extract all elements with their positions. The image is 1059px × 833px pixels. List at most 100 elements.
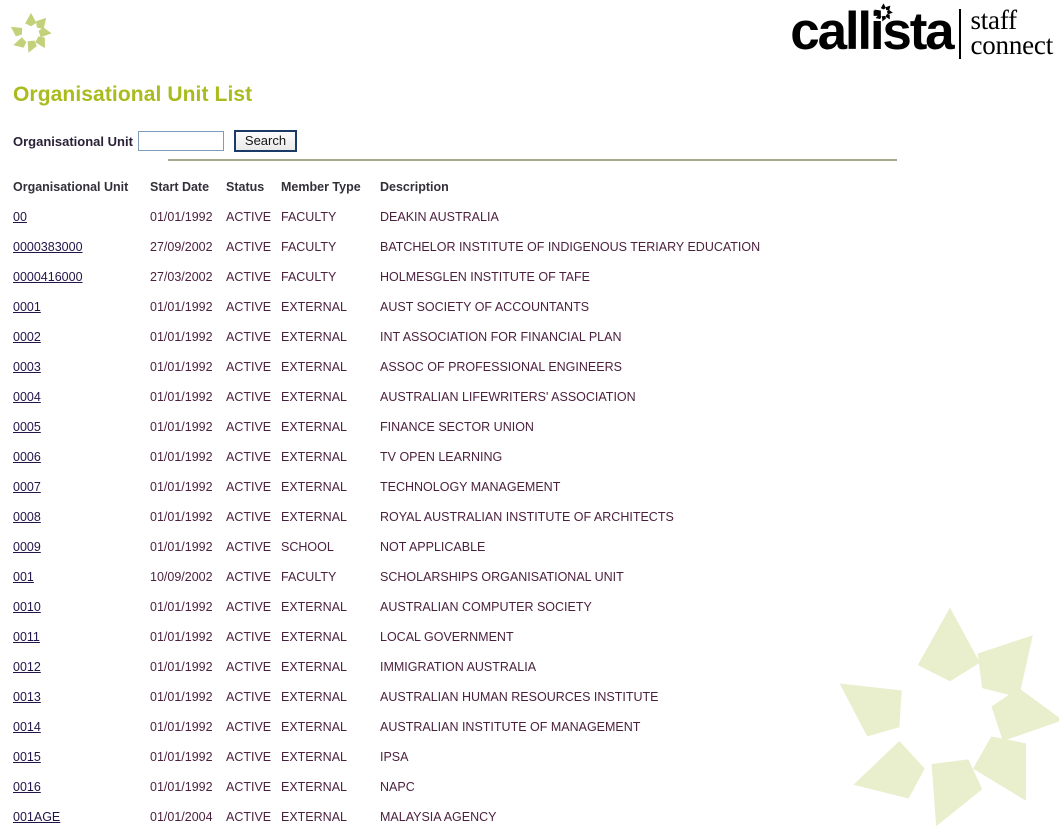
cell-description: BATCHELOR INSTITUTE OF INDIGENOUS TERIAR…	[380, 240, 761, 254]
cell-status: ACTIVE	[226, 630, 272, 644]
cell-status: ACTIVE	[226, 750, 272, 764]
cell-description: AUSTRALIAN HUMAN RESOURCES INSTITUTE	[380, 690, 659, 704]
cell-start-date: 01/01/1992	[150, 330, 213, 344]
cell-description: NOT APPLICABLE	[380, 540, 486, 554]
callista-star-watermark-icon	[839, 607, 1059, 827]
cell-description: HOLMESGLEN INSTITUTE OF TAFE	[380, 270, 590, 284]
logo-product-name: staff connect	[961, 6, 1053, 60]
cell-unit: 0011	[13, 630, 150, 660]
cell-description: SCHOLARSHIPS ORGANISATIONAL UNIT	[380, 570, 624, 584]
cell-unit: 0015	[13, 750, 150, 780]
cell-status: ACTIVE	[226, 810, 272, 824]
unit-link[interactable]: 0010	[13, 600, 41, 614]
table-row: 0013 01/01/1992 ACTIVE EXTERNAL AUSTRALIAN H…	[13, 690, 760, 720]
cell-member-type: EXTERNAL	[281, 780, 347, 794]
table-row: 0016 01/01/1992 ACTIVE EXTERNAL NAPC	[13, 780, 760, 810]
cell-status: ACTIVE	[226, 390, 272, 404]
cell-member-type: SCHOOL	[281, 540, 334, 554]
cell-member-type: EXTERNAL	[281, 660, 347, 674]
cell-member-type: EXTERNAL	[281, 690, 347, 704]
cell-member-type: EXTERNAL	[281, 750, 347, 764]
table-row: 0000383000 27/09/2002 ACTIVE FACULTY BATCHEL…	[13, 240, 760, 270]
unit-link[interactable]: 0009	[13, 540, 41, 554]
unit-link[interactable]: 001AGE	[13, 810, 60, 824]
unit-link[interactable]: 0000416000	[13, 270, 83, 284]
cell-start-date: 01/01/1992	[150, 540, 213, 554]
cell-status: ACTIVE	[226, 780, 272, 794]
unit-link[interactable]: 001	[13, 570, 34, 584]
cell-unit: 0001	[13, 300, 150, 330]
cell-start-date: 01/01/1992	[150, 690, 213, 704]
unit-link[interactable]: 0013	[13, 690, 41, 704]
cell-status: ACTIVE	[226, 570, 272, 584]
unit-link[interactable]: 0008	[13, 510, 41, 524]
unit-link[interactable]: 0005	[13, 420, 41, 434]
table-body: 00 01/01/1992 ACTIVE FACULTY DEAKIN AUSTRALI…	[13, 210, 760, 824]
column-header-unit: Organisational Unit	[13, 180, 129, 194]
cell-start-date: 01/01/1992	[150, 510, 213, 524]
cell-start-date: 27/09/2002	[150, 240, 213, 254]
unit-link[interactable]: 0006	[13, 450, 41, 464]
logo-connect-text: connect	[970, 30, 1053, 60]
cell-description: INT ASSOCIATION FOR FINANCIAL PLAN	[380, 330, 622, 344]
search-input[interactable]	[137, 131, 224, 151]
cell-start-date: 01/01/1992	[150, 780, 213, 794]
table-row: 0007 01/01/1992 ACTIVE EXTERNAL TECHNOLOGY M…	[13, 480, 760, 510]
cell-member-type: EXTERNAL	[281, 360, 347, 374]
column-header-start-date: Start Date	[150, 180, 210, 194]
cell-member-type: EXTERNAL	[281, 420, 347, 434]
cell-unit: 0009	[13, 540, 150, 570]
cell-start-date: 01/01/1992	[150, 360, 213, 374]
table-row: 0004 01/01/1992 ACTIVE EXTERNAL AUSTRALIAN L…	[13, 390, 760, 420]
cell-unit: 0000383000	[13, 240, 150, 270]
table-row: 0010 01/01/1992 ACTIVE EXTERNAL AUSTRALIAN C…	[13, 600, 760, 630]
unit-link[interactable]: 0002	[13, 330, 41, 344]
cell-description: IMMIGRATION AUSTRALIA	[380, 660, 537, 674]
cell-member-type: EXTERNAL	[281, 480, 347, 494]
cell-member-type: EXTERNAL	[281, 330, 347, 344]
cell-start-date: 01/01/1992	[150, 480, 213, 494]
cell-unit: 0013	[13, 690, 150, 720]
search-button[interactable]: Search	[233, 130, 298, 152]
cell-unit: 0014	[13, 720, 150, 750]
logo-wordmark-text: callista	[790, 2, 954, 61]
unit-link[interactable]: 0012	[13, 660, 41, 674]
unit-link[interactable]: 0015	[13, 750, 41, 764]
cell-start-date: 01/01/1992	[150, 720, 213, 734]
unit-link[interactable]: 0011	[13, 630, 40, 644]
cell-description: AUSTRALIAN COMPUTER SOCIETY	[380, 600, 592, 614]
unit-link[interactable]: 00	[13, 210, 27, 224]
unit-link[interactable]: 0014	[13, 720, 41, 734]
cell-start-date: 01/01/1992	[150, 300, 213, 314]
unit-link[interactable]: 0007	[13, 480, 41, 494]
callista-staff-connect-logo: callista staff connect	[790, 3, 1053, 62]
cell-start-date: 01/01/1992	[150, 210, 213, 224]
cell-member-type: EXTERNAL	[281, 600, 347, 614]
unit-link[interactable]: 0016	[13, 780, 41, 794]
column-header-member-type: Member Type	[281, 180, 361, 194]
cell-description: IPSA	[380, 750, 409, 764]
cell-start-date: 01/01/1992	[150, 390, 213, 404]
cell-status: ACTIVE	[226, 690, 272, 704]
cell-member-type: FACULTY	[281, 270, 337, 284]
cell-description: AUST SOCIETY OF ACCOUNTANTS	[380, 300, 590, 314]
column-header-status: Status	[226, 180, 265, 194]
unit-link[interactable]: 0001	[13, 300, 41, 314]
unit-link[interactable]: 0004	[13, 390, 41, 404]
cell-start-date: 01/01/1992	[150, 600, 213, 614]
cell-description: FINANCE SECTOR UNION	[380, 420, 534, 434]
cell-description: ROYAL AUSTRALIAN INSTITUTE OF ARCHITECTS	[380, 510, 674, 524]
cell-start-date: 10/09/2002	[150, 570, 213, 584]
cell-status: ACTIVE	[226, 660, 272, 674]
cell-status: ACTIVE	[226, 330, 272, 344]
cell-start-date: 27/03/2002	[150, 270, 213, 284]
cell-member-type: FACULTY	[281, 570, 337, 584]
cell-status: ACTIVE	[226, 270, 272, 284]
unit-link[interactable]: 0003	[13, 360, 41, 374]
cell-description: LOCAL GOVERNMENT	[380, 630, 514, 644]
unit-link[interactable]: 0000383000	[13, 240, 83, 254]
cell-status: ACTIVE	[226, 240, 272, 254]
cell-member-type: EXTERNAL	[281, 630, 347, 644]
cell-unit: 001	[13, 570, 150, 600]
cell-description: TV OPEN LEARNING	[380, 450, 503, 464]
